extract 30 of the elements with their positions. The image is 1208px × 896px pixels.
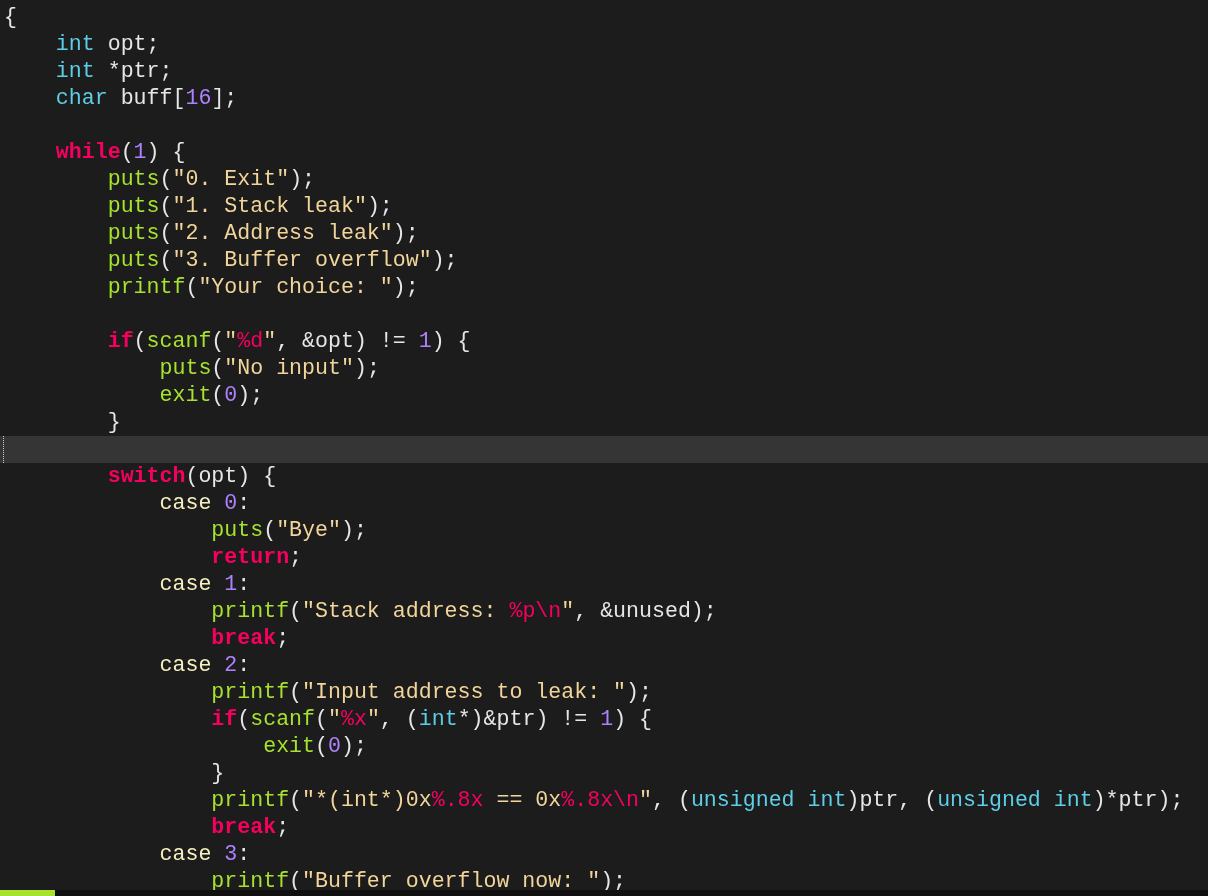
code-line: puts("3. Buffer overflow"); [107,248,458,272]
code-line: puts("No input"); [159,356,380,380]
code-line: printf("Your choice: "); [107,275,419,299]
code-line: case 2: [159,653,251,677]
code-line: switch(opt) { [107,464,277,488]
code-line: break; [211,626,290,650]
code-line: exit(0); [159,383,264,407]
mode-indicator [0,890,55,896]
code-line: break; [211,815,290,839]
code-line: int *ptr; [55,59,173,83]
code-line: int opt; [55,32,160,56]
code-line: puts("1. Stack leak"); [107,194,393,218]
code-line: if(scanf("%x", (int*)&ptr) != 1) { [211,707,653,731]
code-line: printf("Stack address: %p\n", &unused); [211,599,717,623]
code-line: if(scanf("%d", &opt) != 1) { [107,329,471,353]
code-line: printf("*(int*)0x%.8x == 0x%.8x\n", (unsigned int)ptr, (unsigned int)*ptr); [211,788,1184,812]
code-line: case 1: [159,572,251,596]
code-line: } [107,410,121,434]
code-line: char buff[16]; [55,86,238,110]
code-line: case 0: [159,491,251,515]
code-line: puts("0. Exit"); [107,167,316,191]
code-line: return; [211,545,303,569]
code-line: puts("2. Address leak"); [107,221,419,245]
code-line: { [4,5,17,29]
code-line: puts("Bye"); [211,518,367,542]
code-line: exit(0); [263,734,367,758]
code-line: printf("Input address to leak: "); [211,680,652,704]
code-line: } [211,761,225,785]
code-line: case 3: [159,842,251,866]
code-line: while(1) { [55,140,186,164]
